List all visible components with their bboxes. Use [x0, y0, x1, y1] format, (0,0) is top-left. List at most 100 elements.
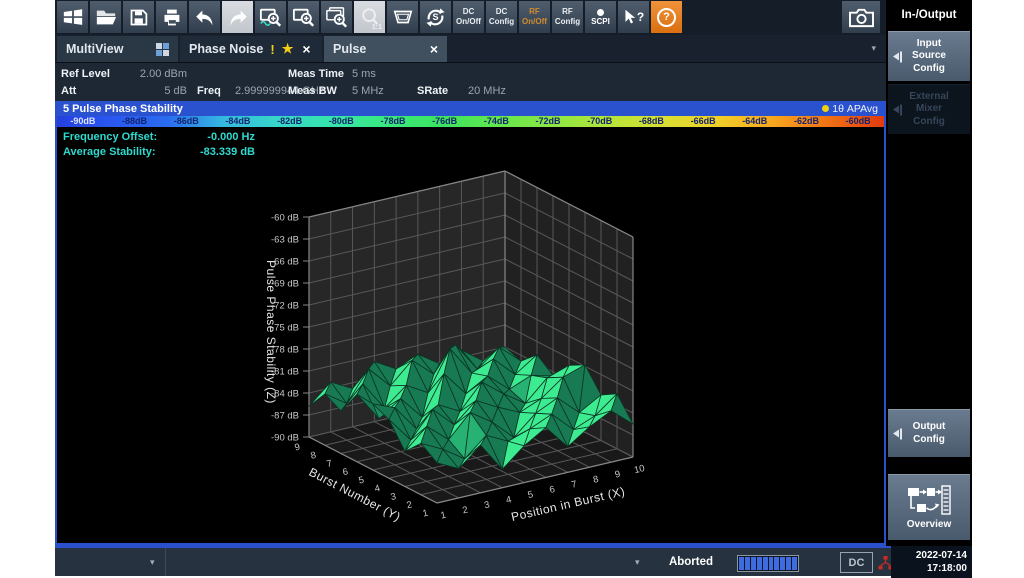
- zoom-trace-icon: [259, 6, 283, 29]
- undo-arrow-icon: [194, 7, 216, 28]
- svg-text:-87 dB: -87 dB: [271, 411, 299, 422]
- channel-settings-bar[interactable]: Ref Level 2.00 dBm Att 5 dB Freq 2.99999…: [55, 62, 886, 101]
- time: 17:18:00: [891, 562, 967, 576]
- redo-button: [222, 1, 253, 33]
- colorbar-label: -82dB: [264, 116, 316, 127]
- tab-phase-noise[interactable]: Phase Noise ! ★ ×: [180, 36, 322, 62]
- colorbar-label: -64dB: [729, 116, 781, 127]
- zoom-display-icon: [292, 6, 316, 29]
- output-config-button[interactable]: Output Config: [888, 409, 970, 457]
- svg-text:8: 8: [310, 450, 318, 462]
- rf-config-button[interactable]: RF Config: [552, 1, 583, 33]
- tab-overflow-caret[interactable]: ▾: [871, 43, 876, 54]
- colorbar-label: -76dB: [419, 116, 471, 127]
- meas-time-value: 5 ms: [352, 68, 376, 80]
- svg-text:10: 10: [633, 463, 646, 476]
- svg-text:3: 3: [390, 491, 398, 503]
- collapse-arrow-icon: [893, 51, 902, 62]
- colorbar-label: -66dB: [677, 116, 729, 127]
- svg-text:6: 6: [342, 466, 350, 478]
- tab-pulse[interactable]: Pulse ×: [324, 36, 447, 62]
- window-title-bar[interactable]: 5 Pulse Phase Stability 1θ APAvg: [57, 101, 884, 116]
- softkey-sidebar: In-/Output Input Source Config External …: [886, 0, 972, 546]
- colorbar-label: -62dB: [781, 116, 833, 127]
- windows-icon: [62, 6, 84, 28]
- multiview-grid-icon: [156, 43, 169, 56]
- multi-zoom-button[interactable]: [321, 1, 352, 33]
- colorbar-label: -68dB: [626, 116, 678, 127]
- svg-text:9: 9: [294, 442, 302, 454]
- zoom-1to1-label: 1:1: [372, 24, 382, 31]
- close-tab-icon[interactable]: ×: [302, 41, 310, 57]
- changed-settings-star-icon: ★: [282, 41, 294, 57]
- dc-indicator: DC: [840, 552, 873, 573]
- trace-color-dot-icon: [822, 105, 829, 112]
- single-sweep-refresh-button[interactable]: S: [420, 1, 451, 33]
- zoom-display-button[interactable]: [288, 1, 319, 33]
- context-help-button[interactable]: ?: [618, 1, 649, 33]
- svg-text:2: 2: [406, 499, 414, 511]
- result-readout: Frequency Offset: -0.000 Hz Average Stab…: [63, 130, 255, 160]
- svg-text:5: 5: [527, 489, 535, 501]
- att-label: Att: [61, 85, 76, 97]
- colorbar-label: -90dB: [57, 116, 109, 127]
- rf-onoff-button[interactable]: RF On/Off: [519, 1, 550, 33]
- svg-text:7: 7: [570, 479, 578, 491]
- colorbar-label: -86dB: [160, 116, 212, 127]
- freq-offset-label: Frequency Offset:: [63, 130, 185, 145]
- undo-button[interactable]: [189, 1, 220, 33]
- dropdown-caret-icon[interactable]: ▾: [150, 557, 155, 568]
- camera-icon: [848, 6, 875, 29]
- svg-text:8: 8: [592, 474, 600, 486]
- instrument-screen: 1:1 S DC On/Off DC Config RF On/Off RF C…: [55, 0, 972, 576]
- display-frame-icon: [391, 6, 415, 28]
- message-dropdown-caret-icon[interactable]: ▾: [635, 557, 640, 568]
- colorbar-label: -80dB: [315, 116, 367, 127]
- srate-value: 20 MHz: [468, 85, 506, 97]
- sequencer-dropdown[interactable]: ▾: [55, 548, 166, 576]
- svg-text:6: 6: [549, 484, 557, 496]
- scpi-dot-icon: [597, 9, 604, 16]
- surface-3d-plot[interactable]: -60 dB-63 dB-66 dB-69 dB-72 dB-75 dB-78 …: [57, 127, 884, 543]
- surface-plot-area[interactable]: Frequency Offset: -0.000 Hz Average Stab…: [57, 127, 884, 543]
- colorbar-label: -72dB: [522, 116, 574, 127]
- close-tab-icon[interactable]: ×: [430, 41, 438, 57]
- freq-label: Freq: [197, 85, 221, 97]
- tab-multiview[interactable]: MultiView: [57, 36, 178, 62]
- zoom-trace-button[interactable]: [255, 1, 286, 33]
- svg-text:Pulse Phase Stability (Z): Pulse Phase Stability (Z): [264, 260, 278, 404]
- stability-color-scale: -90dB-88dB-86dB-84dB-82dB-80dB-78dB-76dB…: [57, 116, 884, 127]
- meas-bw-value: 5 MHz: [352, 85, 384, 97]
- svg-text:3: 3: [483, 499, 491, 511]
- windows-start-button[interactable]: [57, 1, 88, 33]
- svg-text:-60 dB: -60 dB: [271, 213, 299, 224]
- print-button[interactable]: [156, 1, 187, 33]
- colorbar-label: -84dB: [212, 116, 264, 127]
- trace-label: 1θ APAvg: [832, 103, 878, 115]
- pulse-phase-stability-window: 5 Pulse Phase Stability 1θ APAvg -90dB-8…: [55, 101, 886, 546]
- dc-onoff-button[interactable]: DC On/Off: [453, 1, 484, 33]
- input-source-config-button[interactable]: Input Source Config: [888, 31, 970, 81]
- screenshot-button[interactable]: [842, 1, 880, 33]
- help-button[interactable]: ?: [651, 1, 682, 33]
- external-mixer-config-button: External Mixer Config: [888, 84, 970, 134]
- measurement-progress-bar: [737, 555, 799, 572]
- split-display-button[interactable]: [387, 1, 418, 33]
- meas-time-label: Meas Time: [288, 68, 344, 80]
- context-help-glyph: ?: [637, 10, 644, 24]
- svg-text:9: 9: [614, 469, 622, 481]
- colorbar-label: -70dB: [574, 116, 626, 127]
- meas-bw-label: Meas BW: [288, 85, 337, 97]
- freq-offset-value: -0.000 Hz: [185, 130, 255, 145]
- dc-config-button[interactable]: DC Config: [486, 1, 517, 33]
- open-button[interactable]: [90, 1, 121, 33]
- scpi-button[interactable]: SCPI: [585, 1, 616, 33]
- alert-badge: !: [270, 42, 274, 57]
- scpi-label: SCPI: [591, 17, 610, 26]
- overview-button[interactable]: Overview: [888, 474, 970, 540]
- save-button[interactable]: [123, 1, 154, 33]
- ref-level-value: 2.00 dBm: [125, 68, 187, 80]
- att-value: 5 dB: [125, 85, 187, 97]
- collapse-arrow-icon: [893, 104, 902, 115]
- date: 2022-07-14: [891, 549, 967, 563]
